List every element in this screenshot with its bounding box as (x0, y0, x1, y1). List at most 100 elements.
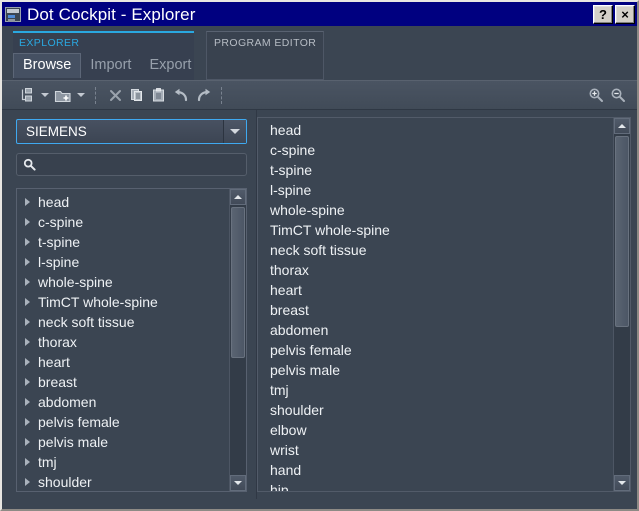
tree-item-label: tmj (38, 453, 57, 470)
chevron-down-icon[interactable] (223, 120, 246, 143)
expand-triangle-icon[interactable] (25, 217, 38, 226)
expand-triangle-icon[interactable] (25, 197, 38, 206)
tree-item-label: pelvis male (38, 433, 109, 450)
expand-triangle-icon[interactable] (25, 257, 38, 266)
list-scroll-down-button[interactable] (614, 475, 630, 491)
undo-icon[interactable] (170, 84, 192, 106)
list-item[interactable]: whole-spine (258, 200, 613, 220)
list-item[interactable]: head (258, 120, 613, 140)
tree-item-label: l-spine (38, 253, 80, 270)
tree-item[interactable]: head (17, 192, 229, 212)
list-item[interactable]: abdomen (258, 320, 613, 340)
tree-scroll-track[interactable] (230, 204, 246, 475)
new-item-dropdown-caret[interactable] (38, 84, 52, 106)
tree-item-label: heart (38, 353, 70, 370)
list-item[interactable]: c-spine (258, 140, 613, 160)
expand-triangle-icon[interactable] (25, 377, 38, 386)
zoom-in-icon[interactable] (585, 84, 607, 106)
list-item-label: pelvis female (270, 342, 352, 358)
new-folder-dropdown-caret[interactable] (74, 84, 88, 106)
tree-item[interactable]: breast (17, 372, 229, 392)
tree-scroll-thumb[interactable] (231, 206, 245, 359)
list-item[interactable]: pelvis male (258, 360, 613, 380)
list-item[interactable]: pelvis female (258, 340, 613, 360)
list-item[interactable]: hip (258, 480, 613, 491)
list-scroll-track[interactable] (614, 134, 630, 475)
tree-item[interactable]: c-spine (17, 212, 229, 232)
tree-item[interactable]: TimCT whole-spine (17, 292, 229, 312)
list-item[interactable]: shoulder (258, 400, 613, 420)
list-scroll-up-button[interactable] (614, 118, 630, 134)
tree-scrollbar[interactable] (229, 188, 246, 491)
expand-triangle-icon[interactable] (25, 477, 38, 486)
search-field[interactable] (16, 153, 247, 176)
tree-item[interactable]: t-spine (17, 232, 229, 252)
list-item[interactable]: neck soft tissue (258, 240, 613, 260)
expand-triangle-icon[interactable] (25, 317, 38, 326)
explorer-tabs: Browse Import Export (13, 52, 194, 78)
expand-triangle-icon[interactable] (25, 417, 38, 426)
zoom-out-icon[interactable] (607, 84, 629, 106)
list-item[interactable]: thorax (258, 260, 613, 280)
list-item-label: hip (270, 482, 289, 491)
expand-triangle-icon[interactable] (25, 397, 38, 406)
close-button[interactable]: × (615, 4, 635, 24)
list-item[interactable]: elbow (258, 420, 613, 440)
list-item-label: neck soft tissue (270, 242, 367, 258)
expand-triangle-icon[interactable] (25, 357, 38, 366)
tree-item[interactable]: whole-spine (17, 272, 229, 292)
tree-item[interactable]: l-spine (17, 252, 229, 272)
list-item[interactable]: wrist (258, 440, 613, 460)
list-scrollbar[interactable] (613, 118, 630, 491)
tree-item[interactable]: pelvis female (17, 412, 229, 432)
list-item[interactable]: tmj (258, 380, 613, 400)
protocol-list: head c-spine t-spine l-spine whole-spine TimC… (257, 117, 631, 492)
expand-triangle-icon[interactable] (25, 297, 38, 306)
list-item[interactable]: t-spine (258, 160, 613, 180)
tree-scroll-up-button[interactable] (230, 188, 246, 205)
tree-item[interactable]: heart (17, 352, 229, 372)
delete-icon[interactable] (104, 84, 126, 106)
protocol-list-items: head c-spine t-spine l-spine whole-spine TimC… (258, 118, 613, 491)
window-title: Dot Cockpit - Explorer (27, 5, 196, 23)
tab-export[interactable]: Export (140, 53, 200, 78)
tree-item[interactable]: abdomen (17, 392, 229, 412)
window-controls: ? × (593, 4, 635, 24)
list-item[interactable]: hand (258, 460, 613, 480)
paste-icon[interactable] (148, 84, 170, 106)
vendor-select[interactable]: SIEMENS (16, 119, 247, 144)
search-input[interactable] (36, 157, 246, 172)
tree-item[interactable]: tmj (17, 452, 229, 472)
protocol-tree-items: head c-spine t-spine l-spine whole-spine TimC… (17, 189, 229, 491)
application-icon (5, 6, 21, 22)
expand-triangle-icon[interactable] (25, 337, 38, 346)
redo-icon[interactable] (192, 84, 214, 106)
expand-triangle-icon[interactable] (25, 457, 38, 466)
tree-scroll-down-button[interactable] (230, 475, 246, 491)
list-scroll-thumb[interactable] (615, 136, 629, 327)
new-item-icon[interactable] (16, 84, 38, 106)
tab-import[interactable]: Import (81, 53, 140, 78)
list-item[interactable]: TimCT whole-spine (258, 220, 613, 240)
tree-item[interactable]: neck soft tissue (17, 312, 229, 332)
expand-triangle-icon[interactable] (25, 277, 38, 286)
expand-triangle-icon[interactable] (25, 437, 38, 446)
tree-item[interactable]: thorax (17, 332, 229, 352)
explorer-panel-group: EXPLORER Browse Import Export (13, 31, 194, 80)
help-button[interactable]: ? (593, 4, 613, 24)
explorer-panel-label: EXPLORER (19, 37, 80, 49)
expand-triangle-icon[interactable] (25, 237, 38, 246)
list-item[interactable]: l-spine (258, 180, 613, 200)
tree-item[interactable]: pelvis male (17, 432, 229, 452)
tree-item-label: thorax (38, 333, 77, 350)
list-item[interactable]: heart (258, 280, 613, 300)
list-item-label: l-spine (270, 182, 312, 198)
program-editor-panel-group[interactable]: PROGRAM EDITOR (206, 31, 324, 80)
list-item[interactable]: breast (258, 300, 613, 320)
copy-icon[interactable] (126, 84, 148, 106)
explorer-content: SIEMENS head c-spine t-spine l-spine whole-s… (2, 110, 637, 499)
tree-item[interactable]: shoulder (17, 472, 229, 491)
list-item-label: whole-spine (270, 202, 345, 218)
tab-browse[interactable]: Browse (13, 53, 82, 78)
new-folder-icon[interactable] (52, 84, 74, 106)
